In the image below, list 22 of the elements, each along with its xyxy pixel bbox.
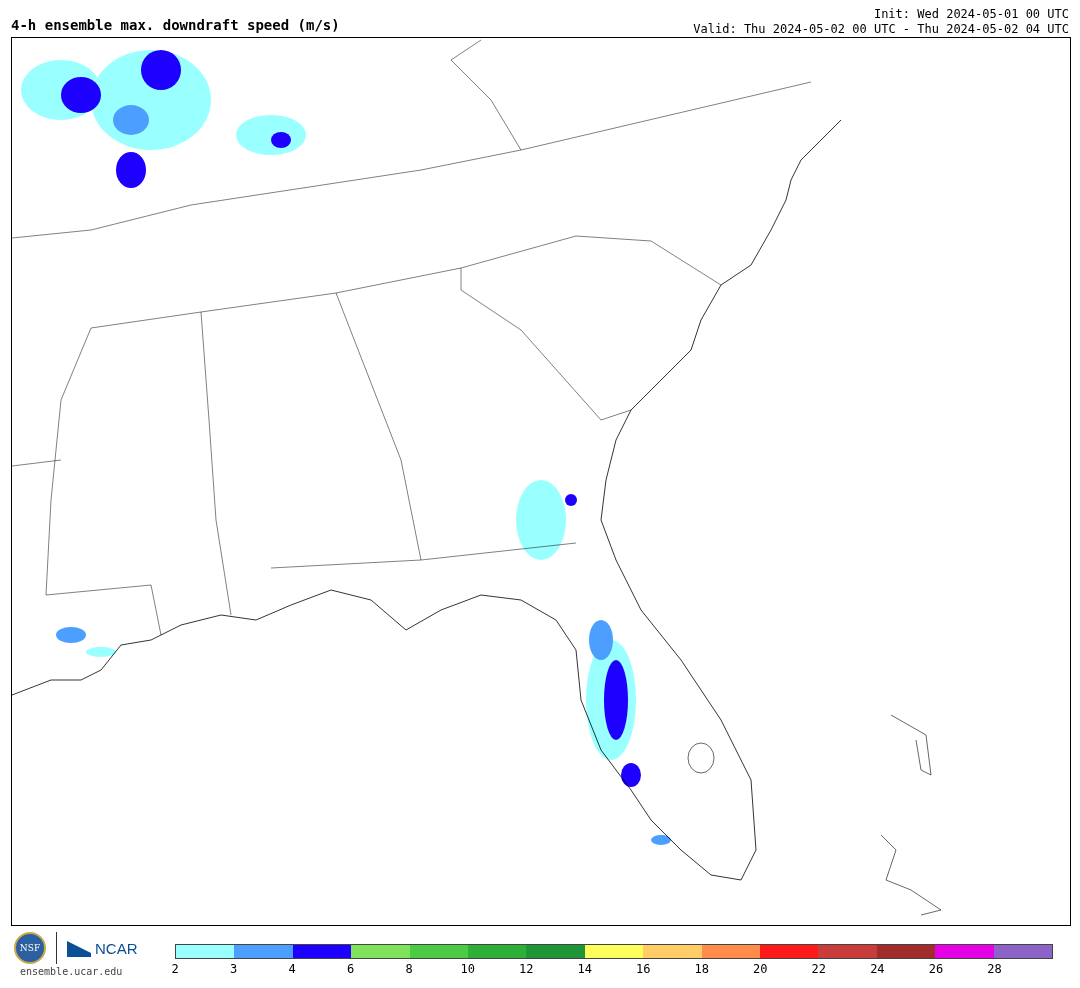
valid-time: Valid: Thu 2024-05-02 00 UTC - Thu 2024-05-02 04 UTC bbox=[693, 22, 1069, 37]
colorbar-label: 3 bbox=[229, 962, 238, 976]
chart-title: 4-h ensemble max. downdraft speed (m/s) bbox=[11, 17, 340, 35]
colorbar-label: 16 bbox=[636, 962, 651, 976]
colorbar-label: 22 bbox=[811, 962, 827, 976]
init-time: Init: Wed 2024-05-01 00 UTC bbox=[872, 7, 1069, 22]
site-url: ensemble.ucar.edu bbox=[20, 966, 124, 977]
colorbar-label: 12 bbox=[518, 962, 534, 976]
colorbar-label: 28 bbox=[987, 962, 1002, 976]
colorbar-label: 4 bbox=[288, 962, 296, 976]
colorbar-label: 14 bbox=[577, 962, 592, 976]
colorbar-label: 26 bbox=[928, 962, 944, 976]
ncar-logo-text: NCAR bbox=[95, 939, 138, 957]
colorbar-label: 18 bbox=[694, 962, 709, 976]
colorbar-label: 2 bbox=[171, 962, 179, 976]
colorbar-label: 10 bbox=[460, 962, 475, 976]
nsf-logo: NSF bbox=[14, 932, 46, 964]
ncar-logo-icon bbox=[67, 939, 91, 957]
colorbar-label: 24 bbox=[870, 962, 885, 976]
colorbar-label: 20 bbox=[753, 962, 768, 976]
colorbar-label: 8 bbox=[405, 962, 413, 976]
colorbar-label: 6 bbox=[347, 962, 355, 976]
